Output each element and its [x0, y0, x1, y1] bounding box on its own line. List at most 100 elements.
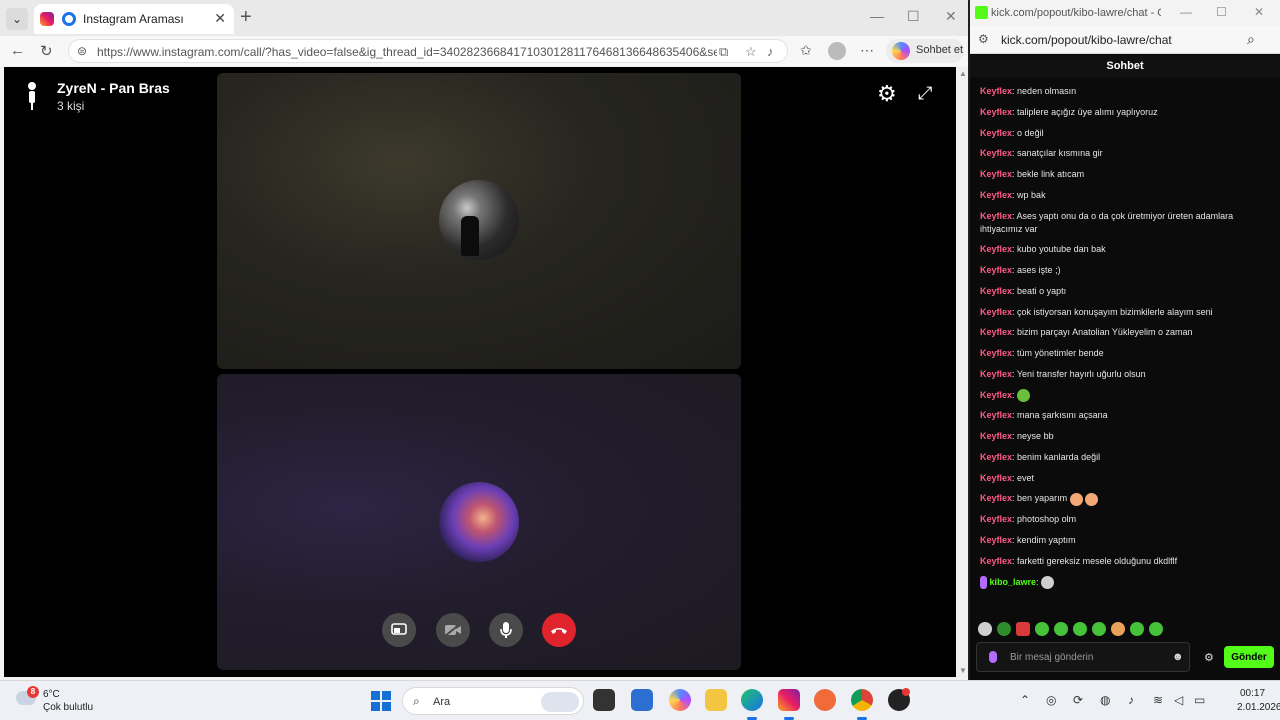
back-icon[interactable]: ← — [10, 42, 25, 59]
emoji-picker-icon[interactable]: ☻ — [1172, 651, 1184, 663]
camera-off-button[interactable] — [436, 613, 470, 647]
emote-icon[interactable] — [1092, 622, 1106, 636]
close-tab-icon[interactable]: ✕ — [214, 10, 226, 27]
instagram-icon[interactable] — [778, 689, 800, 711]
maximize-icon[interactable]: ☐ — [1216, 5, 1227, 19]
left-browser-window: ⌄ Instagram Araması ✕ + — ☐ ✕ ← ↻ ⊜ http… — [0, 0, 968, 680]
microphone-icon[interactable]: ♪ — [1128, 693, 1134, 707]
chat-message: Keyflex: wp bak — [980, 189, 1046, 200]
chat-message: Keyflex: kubo youtube dan bak — [980, 244, 1106, 255]
tab-list-button[interactable]: ⌄ — [6, 8, 28, 30]
emote-icon — [1017, 388, 1031, 402]
edge-icon[interactable] — [741, 689, 763, 711]
scroll-down-icon[interactable]: ▼ — [959, 666, 967, 675]
scroll-up-icon[interactable]: ▲ — [959, 69, 967, 78]
chat-message: Keyflex: farketti gereksiz mesele olduğu… — [980, 555, 1178, 566]
participant-avatar — [439, 180, 519, 260]
address-bar: ← ↻ ⊜ https://www.instagram.com/call/?ha… — [0, 36, 968, 66]
chat-message: Keyflex: photoshop olm — [980, 514, 1077, 525]
battery-icon[interactable]: ▭ — [1194, 693, 1205, 707]
chat-message: Keyflex: mana şarkısını açsana — [980, 410, 1108, 421]
taskbar-search-box[interactable]: ⌕ Ara — [402, 687, 584, 715]
volume-icon[interactable]: ◁ — [1174, 693, 1183, 707]
right-window-title: kick.com/popout/kibo-lawre/chat - G... — [991, 7, 1161, 19]
sync-icon[interactable]: ⟳ — [1073, 693, 1083, 707]
site-settings-icon[interactable]: ⚙ — [978, 32, 989, 46]
end-call-button[interactable] — [542, 613, 576, 647]
browser-icon[interactable] — [814, 689, 836, 711]
chat-settings-icon[interactable]: ⚙ — [1204, 651, 1214, 664]
open-app-icon[interactable]: ⧉ — [719, 44, 728, 60]
windows-logo-tile — [371, 691, 380, 700]
maximize-icon[interactable]: ☐ — [907, 8, 920, 25]
chat-message: kibo_lawre: — [980, 575, 1270, 589]
favorite-star-icon[interactable]: ☆ — [745, 44, 757, 60]
chat-input-field[interactable]: Bir mesaj gönderin ☻ — [976, 642, 1190, 672]
weather-badge: 8 — [27, 686, 39, 698]
right-title-bar: kick.com/popout/kibo-lawre/chat - G... —… — [970, 0, 1280, 26]
emote-icon[interactable] — [1130, 622, 1144, 636]
weather-temperature[interactable]: 6°C — [43, 689, 60, 700]
task-view-icon[interactable] — [593, 689, 615, 711]
emote-icon[interactable] — [1054, 622, 1068, 636]
chrome-icon[interactable] — [851, 689, 873, 711]
copilot-label: Sohbet et — [916, 44, 964, 56]
page-scrollbar[interactable]: ▲ ▼ — [956, 67, 968, 677]
clock-date[interactable]: 2.01.2026 — [1237, 702, 1280, 713]
copilot-button[interactable]: Sohbet et — [886, 39, 964, 63]
chat-message: Keyflex: tüm yönetimler bende — [980, 348, 1104, 358]
search-highlight-image — [541, 692, 579, 712]
chat-header: Sohbet — [970, 55, 1280, 77]
favorites-icon[interactable]: ✩ — [800, 42, 812, 59]
tab-instagram-call[interactable]: Instagram Araması ✕ — [34, 4, 234, 34]
emote-icon[interactable] — [997, 622, 1011, 636]
emote-icon[interactable] — [1149, 622, 1163, 636]
new-tab-icon[interactable]: + — [240, 6, 252, 29]
emote-icon[interactable] — [1016, 622, 1030, 636]
url-field[interactable]: ⊜ https://www.instagram.com/call/?has_vi… — [68, 39, 788, 63]
right-url-text[interactable]: kick.com/popout/kibo-lawre/chat — [1001, 33, 1172, 47]
start-button[interactable] — [371, 691, 391, 711]
close-window-icon[interactable]: ✕ — [1254, 5, 1264, 19]
chat-message: Keyflex: Yeni transfer hayırlı uğurlu ol… — [980, 368, 1146, 379]
participant-video-tile — [217, 73, 741, 369]
microphone-icon[interactable] — [989, 651, 997, 663]
copilot-icon[interactable] — [669, 689, 691, 711]
sunglasses-emoji-icon — [1069, 492, 1083, 506]
emote-icon[interactable] — [1073, 622, 1087, 636]
security-icon[interactable]: ◍ — [1100, 693, 1110, 707]
file-explorer-icon[interactable] — [705, 689, 727, 711]
emote-icon[interactable] — [1035, 622, 1049, 636]
wifi-icon[interactable]: ≋ — [1153, 693, 1163, 707]
refresh-icon[interactable]: ↻ — [40, 42, 53, 60]
tray-app-icon[interactable]: ◎ — [1046, 693, 1056, 707]
settings-gear-icon[interactable]: ⚙ — [877, 81, 897, 107]
share-screen-button[interactable] — [382, 613, 416, 647]
more-menu-icon[interactable]: ⋯ — [860, 42, 874, 59]
windows-taskbar: 8 6°C Çok bulutlu ⌕ Ara ⌃ ◎ ⟳ ◍ ♪ ≋ ◁ ▭ … — [0, 680, 1280, 720]
chat-message: Keyflex: çok istiyorsan konuşayım bizimk… — [980, 306, 1213, 317]
windows-logo-tile — [371, 702, 380, 711]
send-button[interactable]: Gönder — [1224, 646, 1274, 668]
site-info-icon[interactable]: ⊜ — [77, 44, 87, 58]
clock-time[interactable]: 00:17 — [1240, 688, 1265, 699]
minimize-icon[interactable]: — — [1180, 5, 1192, 19]
chat-message: Keyflex: beati o yaptı — [980, 285, 1067, 296]
weather-condition[interactable]: Çok bulutlu — [43, 702, 93, 713]
profile-avatar[interactable] — [828, 42, 846, 60]
emote-icon[interactable] — [1111, 622, 1125, 636]
store-icon[interactable] — [631, 689, 653, 711]
emote-icon[interactable] — [978, 622, 992, 636]
show-hidden-icons-icon[interactable]: ⌃ — [1020, 693, 1030, 707]
chat-message: Keyflex: neyse bb — [980, 431, 1054, 442]
fullscreen-icon[interactable]: ⤢ — [918, 83, 932, 104]
share-screen-icon — [391, 623, 407, 635]
close-window-icon[interactable]: ✕ — [945, 8, 957, 25]
search-icon[interactable]: ⌕ — [1247, 31, 1255, 48]
microphone-button[interactable] — [489, 613, 523, 647]
microphone-icon — [500, 622, 512, 638]
minimize-icon[interactable]: — — [870, 8, 884, 24]
chat-input-placeholder: Bir mesaj gönderin — [1010, 652, 1094, 663]
chat-message: Keyflex: neden olmasın — [980, 86, 1077, 96]
microphone-icon[interactable]: ♪ — [767, 44, 774, 59]
